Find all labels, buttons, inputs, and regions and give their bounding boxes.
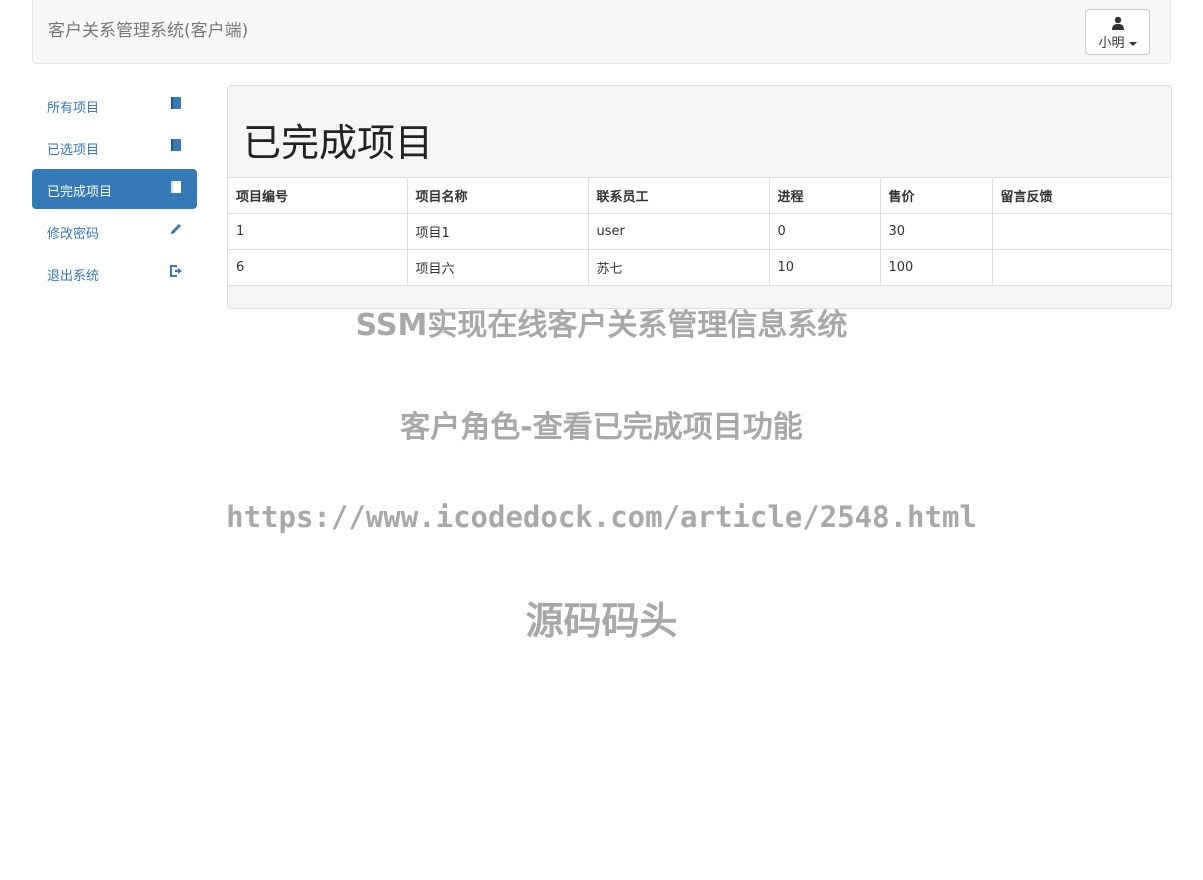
sidebar-item-logout[interactable]: 退出系统 bbox=[32, 253, 197, 293]
caret-down-icon bbox=[1128, 41, 1137, 46]
logout-icon bbox=[170, 265, 182, 277]
sidebar-item-all-projects[interactable]: 所有项目 bbox=[32, 85, 197, 125]
sidebar-item-label: 已完成项目 bbox=[47, 185, 113, 200]
watermark-line-title: SSM实现在线客户关系管理信息系统 bbox=[355, 308, 848, 343]
sidebar-item-label: 修改密码 bbox=[47, 227, 100, 242]
sidebar-item-completed-projects[interactable]: 已完成项目 bbox=[32, 169, 197, 209]
table-cell: 项目六 bbox=[407, 249, 589, 286]
user-menu-button[interactable]: 小明 bbox=[1085, 9, 1150, 55]
book-icon bbox=[171, 139, 181, 151]
app-brand[interactable]: 客户关系管理系统(客户端) bbox=[48, 16, 248, 41]
column-header: 项目编号 bbox=[228, 177, 408, 214]
column-header: 联系员工 bbox=[588, 177, 770, 214]
user-icon bbox=[1111, 16, 1124, 30]
table-cell: 1 bbox=[228, 213, 408, 250]
column-header: 留言反馈 bbox=[992, 177, 1171, 214]
table-cell: 30 bbox=[880, 213, 993, 250]
sidebar-item-change-password[interactable]: 修改密码 bbox=[32, 211, 197, 251]
table-cell: 100 bbox=[880, 249, 993, 286]
watermark-line-url: https://www.icodedock.com/article/2548.h… bbox=[226, 500, 977, 534]
table-cell bbox=[992, 213, 1171, 250]
page-title: 已完成项目 bbox=[243, 121, 434, 165]
table-row: 6 项目六 苏七 10 100 bbox=[228, 249, 1171, 286]
table-cell: user bbox=[588, 213, 770, 250]
completed-projects-panel: 已完成项目 项目编号 项目名称 联系员工 进程 售价 留言反馈 1 项目1 us… bbox=[227, 85, 1172, 309]
user-name: 小明 bbox=[1098, 36, 1125, 51]
pencil-icon bbox=[171, 224, 181, 234]
sidebar-item-label: 退出系统 bbox=[47, 269, 100, 284]
book-icon bbox=[171, 97, 181, 109]
watermark-line-subtitle: 客户角色-查看已完成项目功能 bbox=[400, 410, 803, 445]
table-cell: 项目1 bbox=[407, 213, 589, 250]
sidebar-item-selected-projects[interactable]: 已选项目 bbox=[32, 127, 197, 167]
table-row: 1 项目1 user 0 30 bbox=[228, 213, 1171, 250]
sidebar-item-label: 已选项目 bbox=[47, 143, 100, 158]
column-header: 售价 bbox=[880, 177, 993, 214]
top-navbar: 客户关系管理系统(客户端) 小明 bbox=[32, 0, 1171, 64]
table-cell: 10 bbox=[769, 249, 881, 286]
table-cell: 苏七 bbox=[588, 249, 770, 286]
projects-table: 项目编号 项目名称 联系员工 进程 售价 留言反馈 1 项目1 user 0 3… bbox=[228, 177, 1171, 286]
table-cell: 0 bbox=[769, 213, 881, 250]
book-icon bbox=[171, 181, 181, 193]
table-cell bbox=[992, 249, 1171, 286]
table-cell: 6 bbox=[228, 249, 408, 286]
table-header-row: 项目编号 项目名称 联系员工 进程 售价 留言反馈 bbox=[228, 177, 1171, 214]
column-header: 项目名称 bbox=[407, 177, 589, 214]
watermark-line-source: 源码码头 bbox=[525, 599, 678, 643]
sidebar-nav: 所有项目 已选项目 已完成项目 修改密码 退出系统 bbox=[32, 85, 197, 295]
column-header: 进程 bbox=[769, 177, 881, 214]
sidebar-item-label: 所有项目 bbox=[47, 101, 100, 116]
